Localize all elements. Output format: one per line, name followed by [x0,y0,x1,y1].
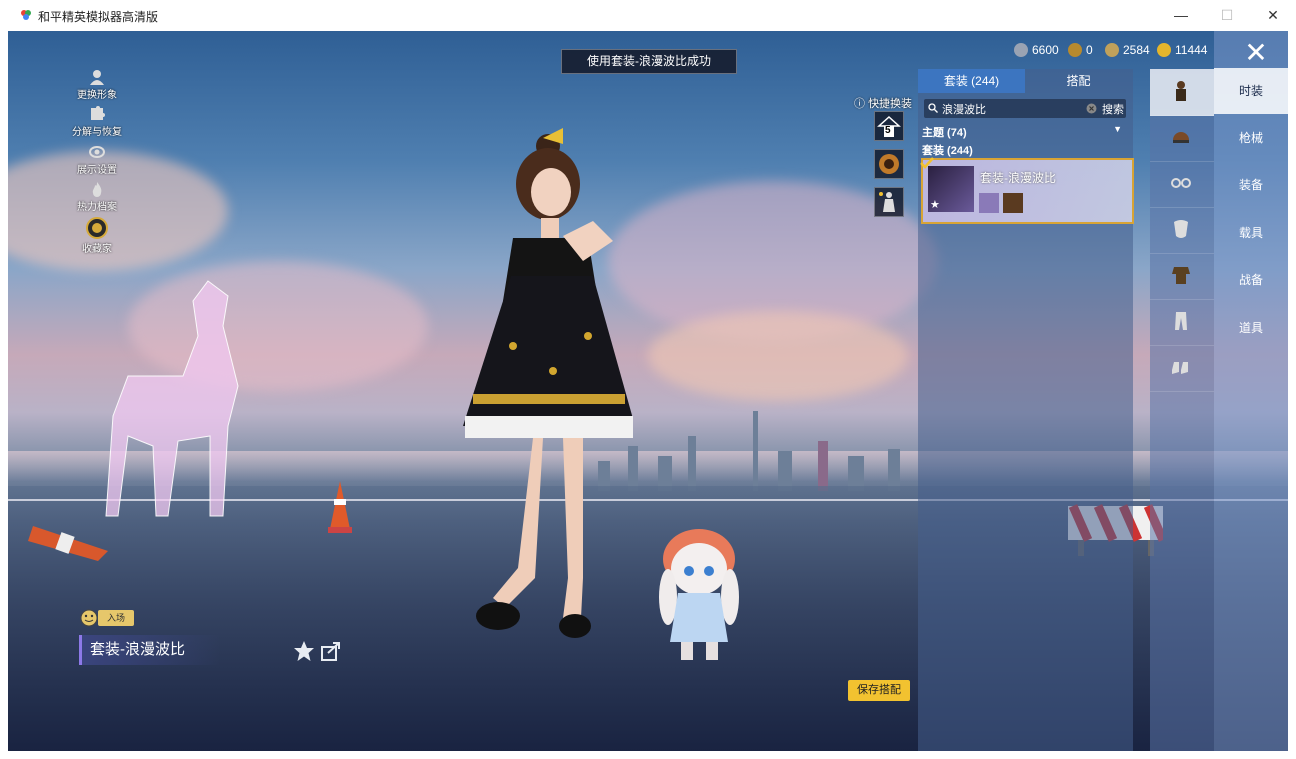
eye-icon [89,146,105,158]
help-icon: ⓘ [854,98,865,110]
bronze-coin-icon [1068,43,1082,57]
currency-gold-value: 11444 [1175,43,1208,57]
theme-filter-label: 主题 (74) [922,127,967,139]
quick-slot-1[interactable]: 5 [874,111,904,141]
minimize-button[interactable]: — [1168,4,1194,26]
tab-outfits[interactable]: 套装 (244) [918,69,1025,93]
quick-change-label[interactable]: ⓘ 快捷换装 [854,95,912,111]
player-character[interactable] [403,126,633,646]
window-titlebar: 和平精英模拟器高清版 — ☐ ✕ [8,0,1288,31]
helmet-icon [1173,132,1189,143]
entry-badge[interactable]: 入场 [98,610,134,626]
change-appearance-label: 更换形象 [77,90,117,101]
slot-mask[interactable] [1150,207,1214,254]
quick-slot-number: 5 [885,125,891,136]
slot-top[interactable] [1150,253,1214,300]
collector-label: 收藏家 [82,244,112,255]
quick-slot-3[interactable] [874,187,904,217]
city-skyline [588,411,938,491]
heat-profile-label: 热力档案 [77,202,117,213]
slot-glasses[interactable] [1150,161,1214,208]
character-figure-icon [879,192,895,212]
slot-helmet[interactable] [1150,115,1214,162]
favorite-star-icon[interactable] [293,640,315,662]
search-icon [928,103,938,113]
outfit-part-thumbnail [979,193,999,213]
close-window-button[interactable]: ✕ [1260,4,1286,26]
collector-button[interactable]: 收藏家 [68,217,126,255]
quick-change-text: 快捷换装 [868,98,913,110]
slot-outfit[interactable] [1150,69,1214,116]
outfit-part-thumbnail [1003,193,1023,213]
currency-token-value: 2584 [1123,43,1150,57]
app-logo-icon [21,10,31,20]
current-outfit-name: 套装-浪漫波比 [79,635,220,665]
theme-filter[interactable]: 主题 (74) ▼ [922,124,1128,139]
success-toast: 使用套装-浪漫波比成功 [561,49,737,74]
currency-silver: 6600 [1014,41,1059,59]
maximize-button[interactable]: ☐ [1214,4,1240,26]
heat-profile-button[interactable]: 热力档案 [68,181,126,213]
tab-vehicles[interactable]: 载具 [1214,210,1288,256]
search-input[interactable] [940,100,1064,118]
gold-coin-icon [1157,43,1171,57]
shoes-icon [1172,362,1188,374]
outfit-item-romantic-bobby[interactable]: ★ 套装-浪漫波比 [920,157,1134,224]
disassemble-restore-label: 分解与恢复 [72,127,122,138]
disassemble-restore-button[interactable]: 分解与恢复 [68,106,126,138]
pet-companion[interactable] [656,527,746,667]
tab-equipment[interactable]: 装备 [1214,162,1288,208]
top-icon [1172,267,1190,284]
puzzle-icon [91,106,105,120]
silver-coin-icon [1014,43,1028,57]
tab-match[interactable]: 搭配 [1025,69,1132,93]
slot-pants[interactable] [1150,299,1214,346]
display-settings-label: 展示设置 [77,165,117,176]
tab-firearms[interactable]: 枪械 [1214,115,1288,161]
outfit-item-name: 套装-浪漫波比 [980,171,1056,185]
person-icon [90,70,104,85]
tab-battle-prep[interactable]: 战备 [1214,257,1288,303]
dropdown-arrow-icon: ▼ [1113,124,1122,134]
save-outfit-button[interactable]: 保存搭配 [848,680,910,701]
window-title: 和平精英模拟器高清版 [38,10,159,24]
game-viewport[interactable]: 更换形象 分解与恢复 展示设置 热力档案 收藏家 使用套装-浪漫波比成功 660… [8,31,1288,751]
share-icon[interactable] [320,640,342,662]
emblem-icon [879,154,899,174]
traffic-cone [328,481,352,533]
currency-silver-value: 6600 [1032,43,1059,57]
quick-slot-2[interactable] [874,149,904,179]
token-coin-icon [1105,43,1119,57]
currency-token: 2584 [1105,41,1150,59]
tab-props[interactable]: 道具 [1214,305,1288,351]
outfit-list-panel: 套装 (244) 搭配 搜索 主题 (74) ▼ 套装 (244) ★ 套装-浪… [918,69,1134,751]
close-wardrobe-button[interactable]: ✕ [1241,39,1271,69]
slot-shoes[interactable] [1150,345,1214,392]
change-appearance-button[interactable]: 更换形象 [68,69,126,101]
fire-icon [92,182,102,197]
tab-fashion[interactable]: 时装 [1214,68,1288,114]
currency-bronze: 0 [1068,41,1093,59]
pants-icon [1175,312,1187,330]
search-button[interactable]: 搜索 [1102,101,1124,117]
collector-badge-icon [86,217,108,239]
glasses-icon [1171,178,1191,188]
currency-bronze-value: 0 [1086,43,1093,57]
slot-category-column [1150,69,1214,751]
main-category-tabs: 时装 枪械 装备 载具 战备 道具 [1214,31,1288,751]
search-box: 搜索 [924,99,1126,118]
outfit-icon [1176,81,1186,101]
crystal-horse [105,280,239,517]
currency-gold: 11444 [1157,41,1207,59]
mask-icon [1174,220,1188,238]
display-settings-button[interactable]: 展示设置 [68,144,126,176]
outfit-thumbnail: ★ [928,166,974,212]
cloud [648,311,908,401]
favorite-star-icon: ★ [930,199,940,211]
outfits-section-label: 套装 (244) [922,145,973,157]
emote-face-icon [80,609,98,627]
clear-search-icon[interactable] [1086,103,1097,114]
